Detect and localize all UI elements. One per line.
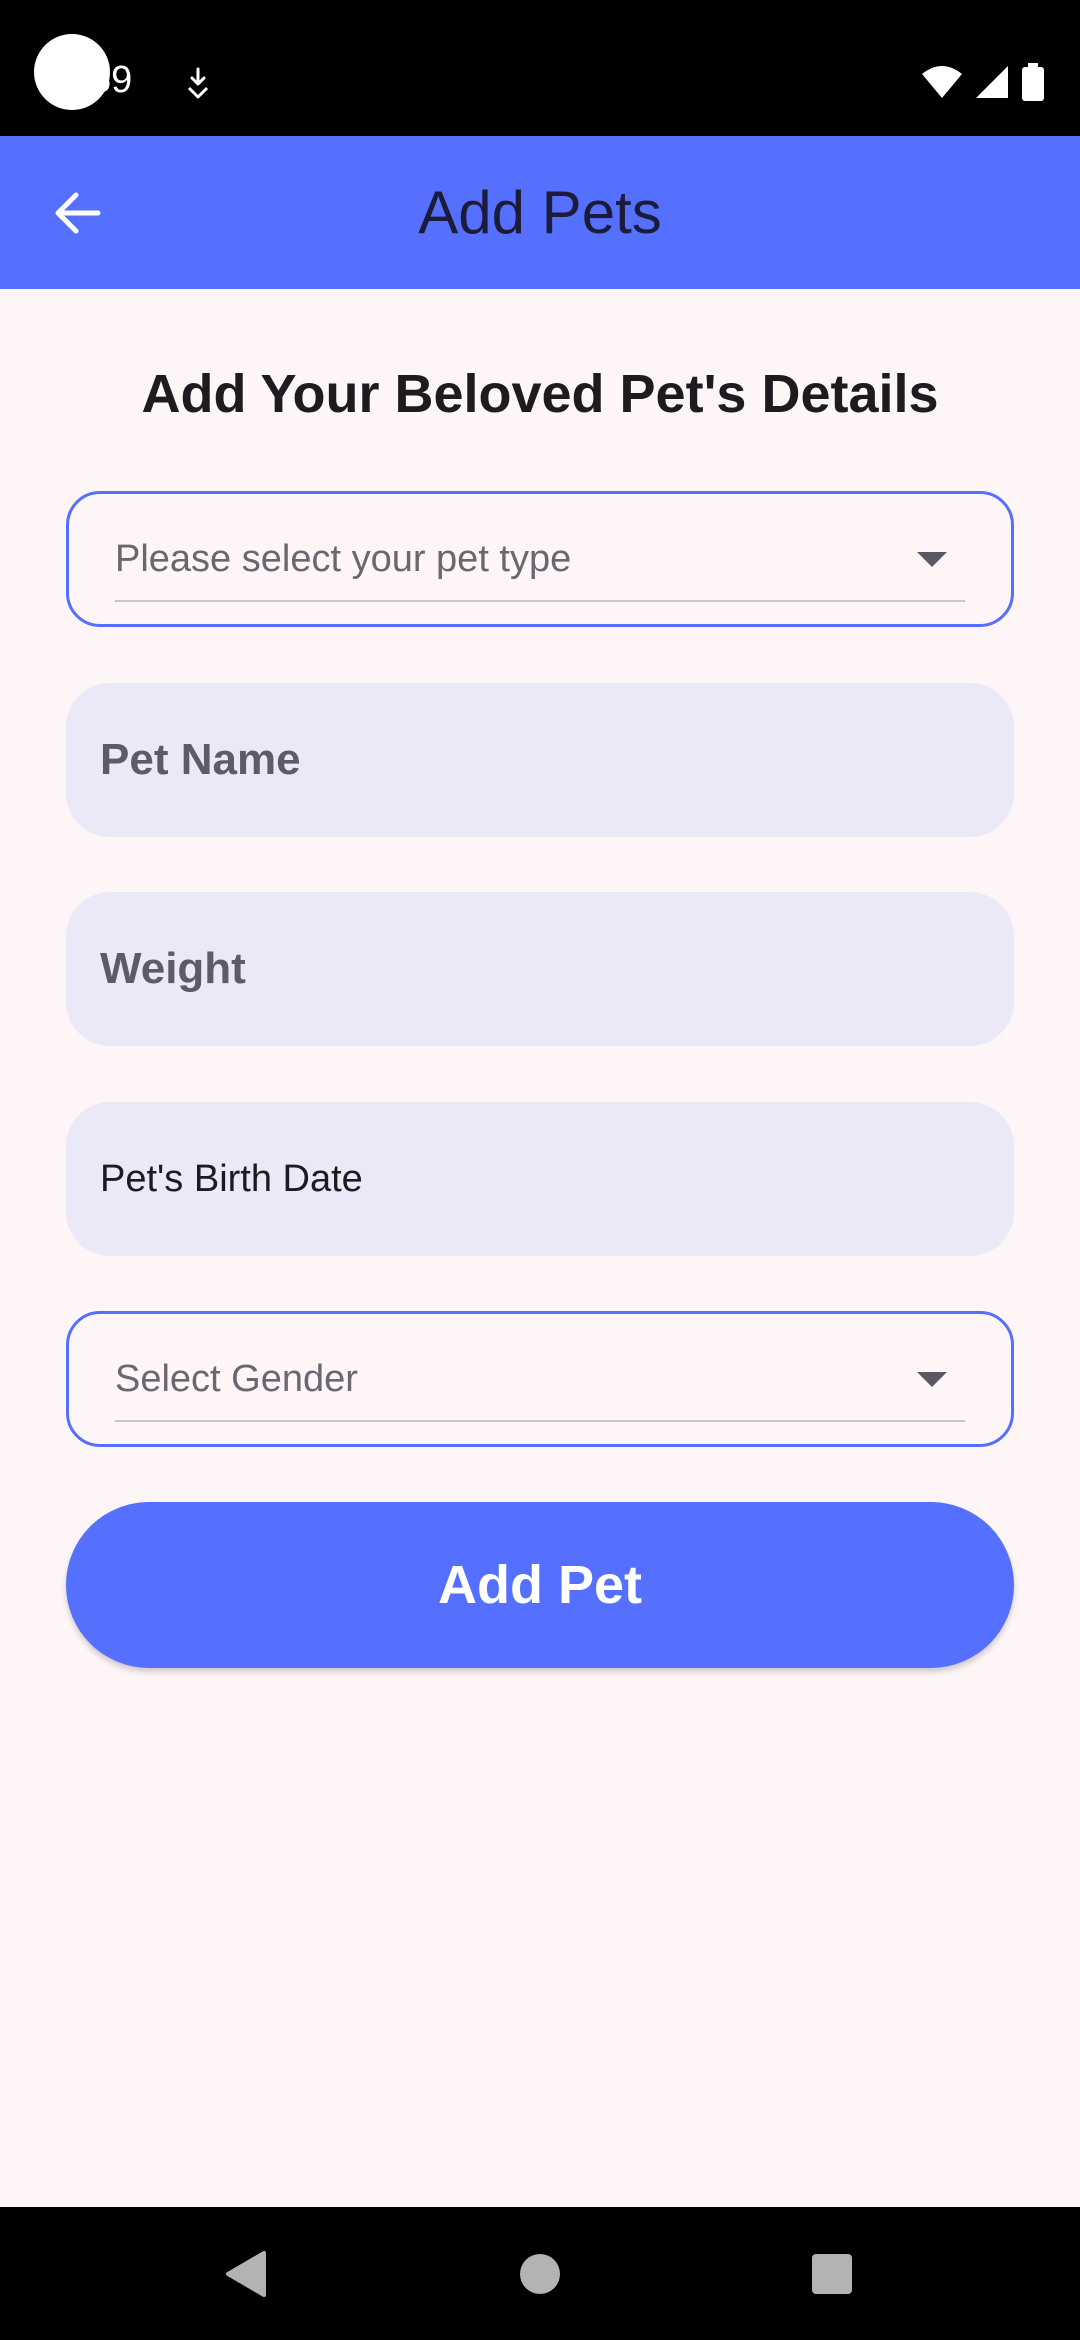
nav-recents-button[interactable] xyxy=(787,2229,877,2319)
add-pet-button-label: Add Pet xyxy=(437,1555,642,1615)
status-time: 59 xyxy=(90,59,133,101)
nav-home-icon xyxy=(520,2254,560,2294)
gender-dropdown[interactable]: Select Gender xyxy=(66,1311,1014,1447)
pet-type-placeholder: Please select your pet type xyxy=(115,538,572,580)
pet-name-field[interactable]: Pet Name xyxy=(66,683,1014,837)
phone-screen: 59 Add Pets Add Your Beloved Pet's Detai… xyxy=(0,0,1080,2340)
status-bar: 59 xyxy=(0,0,1080,136)
system-nav-bar xyxy=(0,2207,1080,2340)
gender-dropdown-field: Select Gender xyxy=(115,1342,965,1422)
weight-field[interactable]: Weight xyxy=(66,892,1014,1046)
download-icon xyxy=(187,67,209,99)
arrow-left-icon xyxy=(55,192,101,234)
page-title: Add Pets xyxy=(418,179,662,246)
pet-type-dropdown-field: Please select your pet type xyxy=(115,522,965,602)
dropdown-caret-icon xyxy=(917,552,947,567)
weight-label: Weight xyxy=(100,944,246,993)
pet-name-label: Pet Name xyxy=(100,735,301,784)
form-container: Add Your Beloved Pet's Details Please se… xyxy=(0,289,1080,2207)
nav-home-button[interactable] xyxy=(495,2229,585,2319)
status-icons xyxy=(920,62,1046,102)
add-pet-button[interactable]: Add Pet xyxy=(66,1502,1014,1668)
nav-back-button[interactable] xyxy=(200,2229,290,2319)
app-bar: Add Pets xyxy=(0,136,1080,289)
birth-date-label: Pet's Birth Date xyxy=(100,1158,363,1200)
battery-icon xyxy=(1022,63,1044,101)
gender-placeholder: Select Gender xyxy=(115,1358,358,1400)
wifi-icon xyxy=(922,66,962,98)
dropdown-caret-icon xyxy=(917,1372,947,1387)
form-heading: Add Your Beloved Pet's Details xyxy=(141,364,939,424)
cell-signal-icon xyxy=(976,66,1008,98)
birth-date-field[interactable]: Pet's Birth Date xyxy=(66,1102,1014,1256)
nav-recents-icon xyxy=(812,2254,852,2294)
pet-type-dropdown[interactable]: Please select your pet type xyxy=(66,491,1014,627)
nav-back-icon xyxy=(226,2251,266,2297)
back-button[interactable] xyxy=(30,166,124,260)
